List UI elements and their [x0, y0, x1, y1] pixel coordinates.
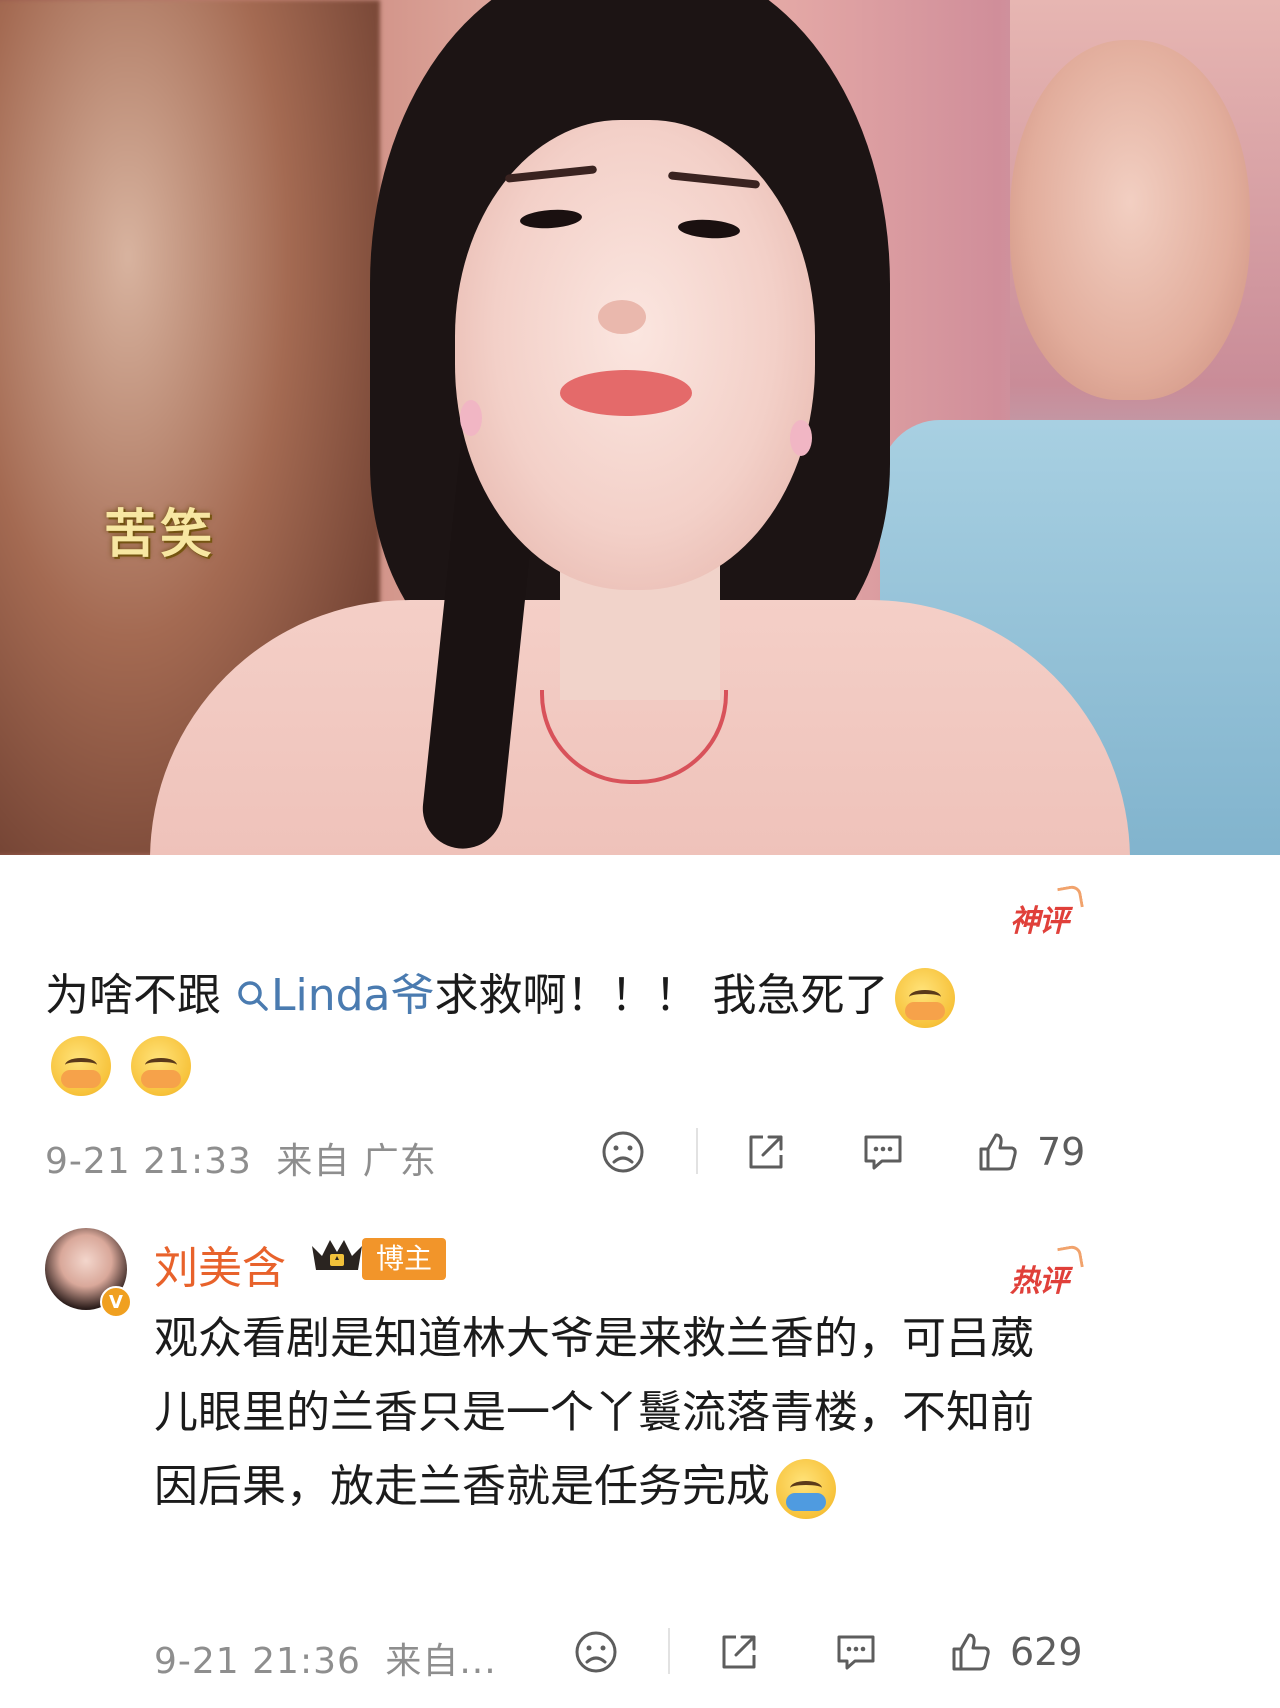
- drama-screenshot[interactable]: 苦笑: [0, 0, 1280, 855]
- thumbs-up-icon: [979, 1133, 1017, 1171]
- comment-time: 9-21 21:33: [45, 1141, 252, 1182]
- hot-comment-badge: 热评: [1010, 1256, 1069, 1300]
- share-icon: [722, 1635, 756, 1669]
- background-figure-face: [1010, 40, 1250, 400]
- blogger-tag: 博主: [362, 1238, 447, 1280]
- crying-face-emoji: [131, 1036, 191, 1096]
- hug-emoji: [776, 1459, 836, 1519]
- comment-location: 来自 广东: [276, 1141, 437, 1182]
- comment-location: 来自...: [385, 1641, 497, 1682]
- action-divider: [696, 1128, 698, 1174]
- crying-face-emoji: [51, 1036, 111, 1096]
- top-comment-badge: 神评: [1010, 896, 1069, 940]
- share-button[interactable]: [743, 1122, 789, 1182]
- face: [455, 120, 815, 590]
- comment-text-part: 为啥不跟: [45, 970, 221, 1021]
- comment-text: 观众看剧是知道林大爷是来救兰香的，可吕葳儿眼里的兰香只是一个丫鬟流落青楼，不知前…: [154, 1302, 1074, 1524]
- like-button[interactable]: 79: [975, 1122, 1085, 1182]
- earring-right: [790, 420, 812, 456]
- crying-face-emoji: [894, 968, 955, 1028]
- verified-badge-icon: V: [100, 1286, 132, 1318]
- username[interactable]: 刘美含: [154, 1232, 286, 1296]
- action-divider: [668, 1628, 670, 1674]
- comment-time: 9-21 21:36: [154, 1641, 361, 1682]
- unhappy-face-icon: [575, 1631, 617, 1673]
- lips: [560, 370, 692, 416]
- comment-meta: 9-21 21:36 来自...: [154, 1632, 497, 1684]
- earring-left: [460, 400, 482, 436]
- nose: [598, 300, 646, 334]
- reply-button[interactable]: [833, 1622, 879, 1682]
- comment-meta: 9-21 21:33 来自 广东: [45, 1132, 437, 1184]
- like-count: 79: [1037, 1130, 1086, 1174]
- share-button[interactable]: [716, 1622, 762, 1682]
- search-icon: [238, 981, 268, 1011]
- crown-icon: [312, 1240, 362, 1270]
- dislike-button[interactable]: [600, 1122, 646, 1182]
- dislike-button[interactable]: [573, 1622, 619, 1682]
- like-button[interactable]: 629: [948, 1622, 1083, 1682]
- comment-icon: [864, 1135, 902, 1170]
- reply-button[interactable]: [860, 1122, 906, 1182]
- like-count: 629: [1010, 1630, 1083, 1674]
- mention-link[interactable]: Linda爷: [235, 970, 435, 1021]
- thumbs-up-icon: [952, 1633, 990, 1671]
- comment-text-part: 观众看剧是知道林大爷是来救兰香的，可吕葳儿眼里的兰香只是一个丫鬟流落青楼，不知前…: [154, 1313, 1034, 1512]
- video-caption: 苦笑: [104, 504, 217, 565]
- unhappy-face-icon: [602, 1131, 644, 1173]
- comment-text-part: 求救啊！！！ 我急死了: [434, 970, 889, 1021]
- share-icon: [749, 1135, 783, 1169]
- comment-text: 为啥不跟 Linda爷求救啊！！！ 我急死了: [45, 962, 1085, 1098]
- comment-icon: [837, 1635, 875, 1670]
- mention-text[interactable]: Linda爷: [271, 970, 435, 1021]
